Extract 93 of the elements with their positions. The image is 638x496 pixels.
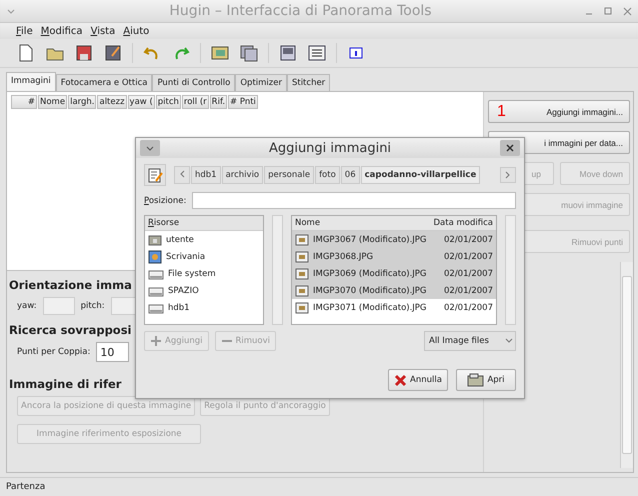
- file-date: 02/01/2007: [444, 302, 493, 312]
- field-label: pitch:: [80, 301, 105, 311]
- image-file-icon: [295, 284, 309, 296]
- close-icon: [506, 144, 514, 152]
- file-date: 02/01/2007: [444, 268, 493, 278]
- place-item[interactable]: Scrivania: [166, 252, 206, 262]
- tab[interactable]: Optimizer: [235, 74, 287, 91]
- image-file-icon: [295, 268, 309, 280]
- file-name: IMGP3069 (Modificato).JPG: [313, 268, 428, 278]
- menu-item[interactable]: Aiuto: [123, 26, 150, 36]
- cross-icon: [394, 374, 408, 386]
- window-icon[interactable]: [278, 43, 298, 63]
- column-header: Risorse: [145, 216, 263, 231]
- step-number: 1: [496, 102, 506, 120]
- status-text: Partenza: [0, 477, 638, 496]
- file-date: 02/01/2007: [444, 252, 493, 262]
- scrollbar[interactable]: [620, 262, 633, 468]
- notepad-pencil-icon: [147, 167, 163, 183]
- file-row[interactable]: IMGP3070 (Modificato).JPG 02/01/2007: [292, 282, 496, 299]
- file-name: IMGP3070 (Modificato).JPG: [313, 286, 428, 296]
- field-label: yaw:: [17, 301, 37, 311]
- save-icon[interactable]: [74, 43, 94, 63]
- right-chevron-icon: [505, 171, 511, 179]
- tab[interactable]: Immagini: [6, 72, 56, 91]
- path-button[interactable]: personale: [264, 166, 314, 184]
- tab[interactable]: Punti di Controllo: [152, 74, 236, 91]
- menu-item[interactable]: Modifica: [40, 26, 83, 36]
- caret-icon: [505, 337, 513, 345]
- place-item[interactable]: utente: [166, 234, 194, 244]
- folder-icon: [467, 372, 484, 388]
- location-field[interactable]: [192, 192, 516, 209]
- menu-item[interactable]: File: [16, 26, 33, 36]
- edit-location-button[interactable]: [144, 164, 166, 186]
- place-item[interactable]: SPAZIO: [168, 286, 199, 296]
- file-row[interactable]: IMGP3067 (Modificato).JPG 02/01/2007: [292, 231, 496, 248]
- tab[interactable]: Stitcher: [286, 74, 330, 91]
- cancel-button[interactable]: Annulla: [388, 369, 448, 391]
- dialog-title: Aggiungi immagini: [268, 140, 392, 156]
- file-row[interactable]: IMGP3068.JPG 02/01/2007: [292, 248, 496, 265]
- section-heading: Ricerca sovrapposi: [9, 323, 132, 337]
- column-header[interactable]: altezz: [97, 95, 127, 109]
- tab[interactable]: Fotocamera e Ottica: [56, 74, 152, 91]
- scroll-left-button[interactable]: [174, 166, 190, 184]
- file-name: IMGP3067 (Modificato).JPG: [313, 234, 428, 244]
- column-header[interactable]: Nome: [38, 95, 68, 109]
- list-icon[interactable]: [307, 43, 327, 63]
- column-header[interactable]: # Pnti: [228, 95, 258, 109]
- image-file-icon: [295, 234, 309, 246]
- window-title: Hugin – Interfaccia di Panorama Tools: [168, 3, 433, 19]
- scrollbar[interactable]: [505, 215, 516, 325]
- open-button[interactable]: Apri: [456, 369, 516, 391]
- plus-icon: [150, 335, 162, 347]
- scrollbar[interactable]: [272, 215, 283, 325]
- file-type-dropdown[interactable]: All Image files: [424, 331, 516, 351]
- image-file-icon: [295, 302, 309, 314]
- yaw-field[interactable]: [42, 297, 75, 315]
- menu-button[interactable]: [140, 140, 160, 156]
- file-date: 02/01/2007: [444, 286, 493, 296]
- column-header[interactable]: roll (r: [182, 95, 209, 109]
- file-name: IMGP3068.JPG: [313, 252, 374, 262]
- column-header[interactable]: #: [11, 95, 37, 109]
- path-button[interactable]: foto: [315, 166, 340, 184]
- path-button[interactable]: capodanno-villarpellice: [360, 166, 480, 184]
- side-button[interactable]: 1 Aggiungi immagini...: [488, 100, 630, 123]
- caret-icon: [145, 144, 155, 152]
- home-folder-icon: [148, 232, 162, 246]
- path-button[interactable]: hdb1: [191, 166, 221, 184]
- field-label: Posizione:: [144, 196, 186, 206]
- close-button[interactable]: [500, 140, 520, 156]
- column-header[interactable]: largh.: [68, 95, 96, 109]
- close-icon[interactable]: [623, 6, 632, 16]
- desktop-icon: [148, 250, 162, 264]
- image-file-icon: [295, 250, 309, 262]
- maximize-icon[interactable]: [604, 6, 613, 16]
- column-header[interactable]: yaw (: [128, 95, 155, 109]
- menu-item[interactable]: Vista: [90, 26, 116, 36]
- column-header[interactable]: pitch: [156, 95, 181, 109]
- file-name: IMGP3071 (Modificato).JPG: [313, 302, 428, 312]
- file-row[interactable]: IMGP3069 (Modificato).JPG 02/01/2007: [292, 265, 496, 282]
- column-header[interactable]: Nome: [292, 216, 431, 230]
- section-heading: Orientazione imma: [9, 278, 132, 292]
- place-item[interactable]: File system: [168, 268, 216, 278]
- place-item[interactable]: hdb1: [168, 302, 190, 312]
- column-header[interactable]: Data modifica: [430, 216, 496, 230]
- number-field[interactable]: 10: [96, 342, 130, 362]
- field-label: Punti per Coppia:: [17, 347, 90, 357]
- scroll-right-button[interactable]: [500, 167, 516, 183]
- left-chevron-icon: [179, 170, 185, 178]
- column-header[interactable]: Rif.: [210, 95, 228, 109]
- section-heading: Immagine di rifer: [9, 377, 122, 391]
- path-button[interactable]: 06: [340, 166, 360, 184]
- images-icon[interactable]: [239, 43, 259, 63]
- path-button[interactable]: archivio: [222, 166, 264, 184]
